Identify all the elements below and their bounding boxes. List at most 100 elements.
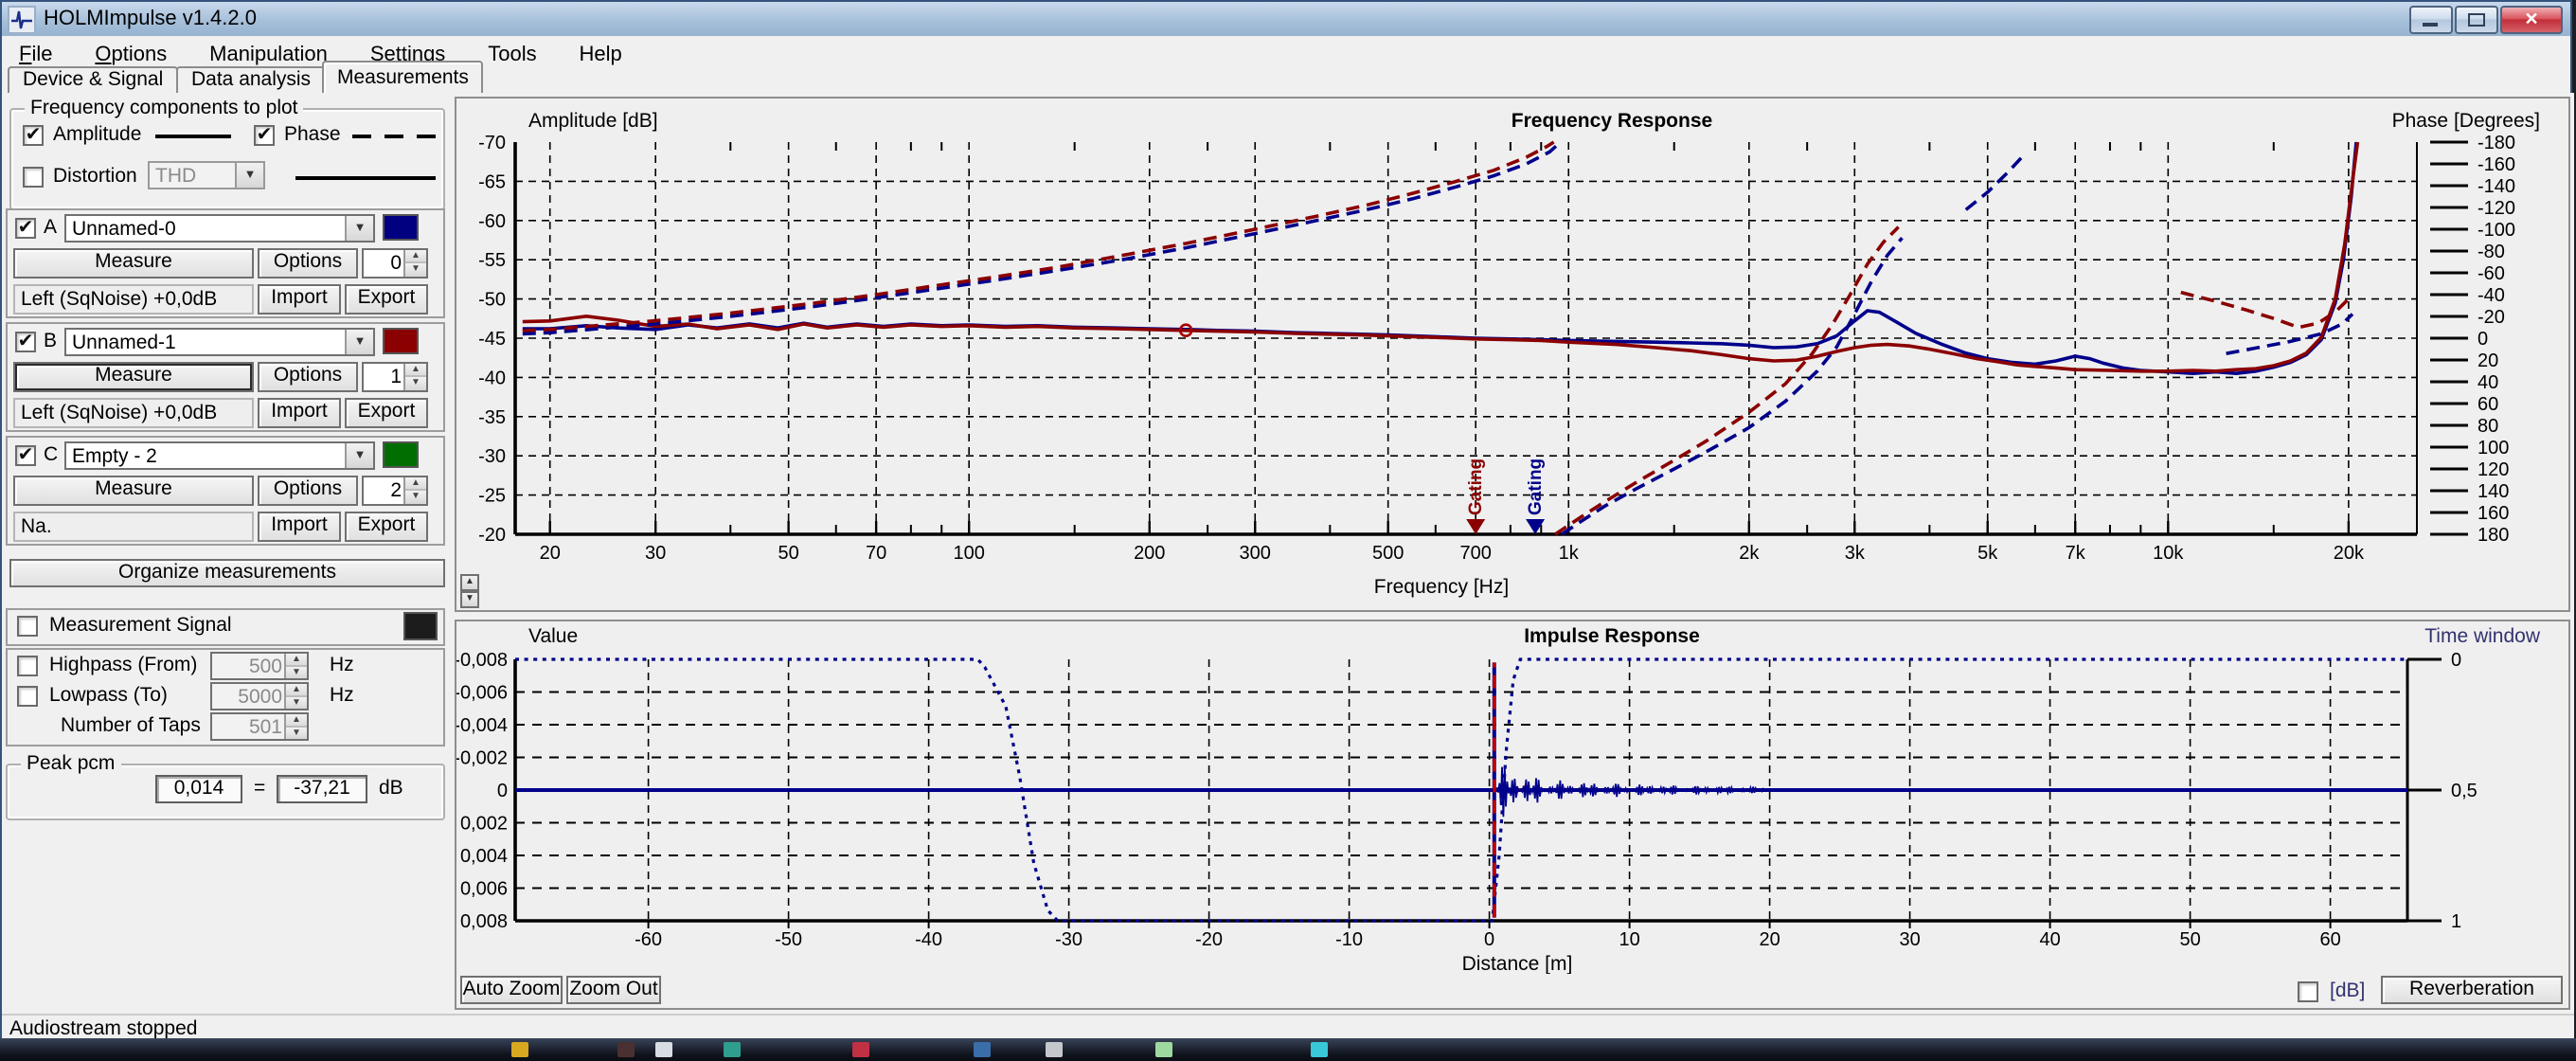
measurement-c-index: 2 <box>367 479 402 502</box>
reverberation-button[interactable]: Reverberation <box>2381 976 2563 1004</box>
taskbar-icon[interactable] <box>1155 1042 1172 1057</box>
taskbar-icon[interactable] <box>511 1042 528 1057</box>
amplitude-checkbox[interactable]: ✔ <box>23 125 44 146</box>
taskbar-icon[interactable] <box>852 1042 869 1057</box>
svg-text:700: 700 <box>1459 543 1491 564</box>
measurement-a-block: ✔ A Unnamed-0 ▼ Measure Options 0 ▲▼ Lef… <box>6 208 445 318</box>
measurement-a-select[interactable]: Unnamed-0 ▼ <box>64 214 375 243</box>
phase-checkbox[interactable]: ✔ <box>254 125 275 146</box>
tab-device-signal[interactable]: Device & Signal <box>8 66 178 93</box>
svg-text:10: 10 <box>1619 929 1639 950</box>
measurement-c-options-button[interactable]: Options <box>258 476 358 506</box>
measurement-a-options-button[interactable]: Options <box>258 248 358 279</box>
taskbar[interactable] <box>0 1038 2576 1061</box>
check-icon: ✔ <box>257 125 273 146</box>
svg-text:500: 500 <box>1372 543 1404 564</box>
measurement-c-checkbox[interactable]: ✔ <box>15 445 36 466</box>
measurement-b-select[interactable]: Unnamed-1 ▼ <box>64 328 375 356</box>
svg-text:Amplitude [dB]: Amplitude [dB] <box>528 110 658 132</box>
spinner-down-icon[interactable]: ▼ <box>405 375 426 390</box>
measurement-c-import-button[interactable]: Import <box>258 512 341 542</box>
svg-text:-180: -180 <box>2478 133 2515 153</box>
svg-text:50: 50 <box>778 543 799 564</box>
highpass-field[interactable]: 500 ▲▼ <box>210 652 309 680</box>
svg-text:7k: 7k <box>2066 543 2086 564</box>
minimize-button[interactable] <box>2409 6 2453 34</box>
tab-measurements[interactable]: Measurements <box>322 61 484 93</box>
highpass-value: 500 <box>216 656 282 678</box>
db-scale-checkbox[interactable] <box>2298 981 2318 1002</box>
measurement-c-select[interactable]: Empty - 2 ▼ <box>64 441 375 470</box>
taskbar-icon[interactable] <box>1311 1042 1328 1057</box>
organize-measurements-button[interactable]: Organize measurements <box>9 559 445 587</box>
measurement-a-index-spinner[interactable]: 0 ▲▼ <box>362 248 428 279</box>
tab-data-analysis[interactable]: Data analysis <box>176 66 326 93</box>
measurement-b-export-button[interactable]: Export <box>345 398 428 428</box>
taskbar-icon[interactable] <box>724 1042 741 1057</box>
svg-text:-120: -120 <box>2478 198 2515 219</box>
lowpass-value: 5000 <box>216 686 282 709</box>
measurement-a-letter: A <box>44 216 57 239</box>
measurement-c-measure-button[interactable]: Measure <box>13 476 254 506</box>
spinner-down-icon[interactable]: ▼ <box>286 664 307 678</box>
impulse-response-chart[interactable]: ValueImpulse ResponseTime window0,0080,0… <box>456 621 2568 974</box>
zoom-out-button[interactable]: Zoom Out <box>566 976 661 1004</box>
distortion-type-select[interactable]: THD ▼ <box>148 161 265 189</box>
chevron-down-icon[interactable]: ▼ <box>235 163 263 188</box>
frequency-response-chart[interactable]: Amplitude [dB]Frequency ResponsePhase [D… <box>456 99 2568 610</box>
measurement-a-status: Left (SqNoise) +0,0dB <box>13 284 254 315</box>
splitter-down-button[interactable]: ▼ <box>460 591 479 608</box>
measurement-c-color-swatch[interactable] <box>383 441 419 468</box>
taskbar-icon[interactable] <box>655 1042 672 1057</box>
measurement-a-color-swatch[interactable] <box>383 214 419 241</box>
svg-text:Time window: Time window <box>2424 625 2541 647</box>
measurement-a-checkbox[interactable]: ✔ <box>15 218 36 239</box>
application-window: HOLMImpulse v1.4.2.0 ✕ File Options Mani… <box>0 0 2572 1038</box>
measurement-c-export-button[interactable]: Export <box>345 512 428 542</box>
check-icon: ✔ <box>18 445 34 466</box>
status-text: Audiostream stopped <box>9 1017 197 1040</box>
splitter-up-button[interactable]: ▲ <box>460 574 479 591</box>
svg-text:-20: -20 <box>478 525 506 546</box>
spinner-down-icon[interactable]: ▼ <box>286 694 307 709</box>
spinner-down-icon[interactable]: ▼ <box>405 261 426 277</box>
distortion-label: Distortion <box>53 165 137 188</box>
taps-field[interactable]: 501 ▲▼ <box>210 712 309 741</box>
check-icon: ✔ <box>26 125 42 146</box>
svg-text:0,004: 0,004 <box>460 846 508 867</box>
measurement-b-import-button[interactable]: Import <box>258 398 341 428</box>
distortion-checkbox[interactable] <box>23 167 44 188</box>
measurement-b-name: Unnamed-1 <box>72 332 176 354</box>
title-bar[interactable]: HOLMImpulse v1.4.2.0 ✕ <box>2 2 2570 38</box>
svg-text:2k: 2k <box>1739 543 1760 564</box>
measurement-b-index-spinner[interactable]: 1 ▲▼ <box>362 362 428 392</box>
measurement-signal-checkbox[interactable] <box>17 616 38 637</box>
measurement-a-measure-button[interactable]: Measure <box>13 248 254 279</box>
chevron-down-icon[interactable]: ▼ <box>345 443 373 468</box>
taskbar-icon[interactable] <box>974 1042 991 1057</box>
measurement-a-import-button[interactable]: Import <box>258 284 341 315</box>
svg-text:-20: -20 <box>2478 307 2505 328</box>
spinner-down-icon[interactable]: ▼ <box>405 489 426 504</box>
measurement-c-index-spinner[interactable]: 2 ▲▼ <box>362 476 428 506</box>
spinner-down-icon[interactable]: ▼ <box>286 725 307 739</box>
lowpass-field[interactable]: 5000 ▲▼ <box>210 682 309 710</box>
measurement-b-measure-button[interactable]: Measure <box>13 362 254 392</box>
chevron-down-icon[interactable]: ▼ <box>345 330 373 354</box>
chevron-down-icon[interactable]: ▼ <box>345 216 373 241</box>
measurement-b-color-swatch[interactable] <box>383 328 419 354</box>
measurement-a-export-button[interactable]: Export <box>345 284 428 315</box>
svg-text:-160: -160 <box>2478 154 2515 175</box>
auto-zoom-button[interactable]: Auto Zoom <box>460 976 563 1004</box>
taskbar-icon[interactable] <box>1046 1042 1063 1057</box>
close-button[interactable]: ✕ <box>2500 6 2563 34</box>
close-icon: ✕ <box>2524 9 2538 28</box>
maximize-button[interactable] <box>2455 6 2498 34</box>
measurement-signal-color-swatch[interactable] <box>403 612 438 640</box>
highpass-checkbox[interactable] <box>17 656 38 676</box>
lowpass-checkbox[interactable] <box>17 686 38 707</box>
measurement-b-options-button[interactable]: Options <box>258 362 358 392</box>
taskbar-icon[interactable] <box>617 1042 635 1057</box>
peak-db-unit: dB <box>379 777 403 800</box>
measurement-b-checkbox[interactable]: ✔ <box>15 332 36 352</box>
